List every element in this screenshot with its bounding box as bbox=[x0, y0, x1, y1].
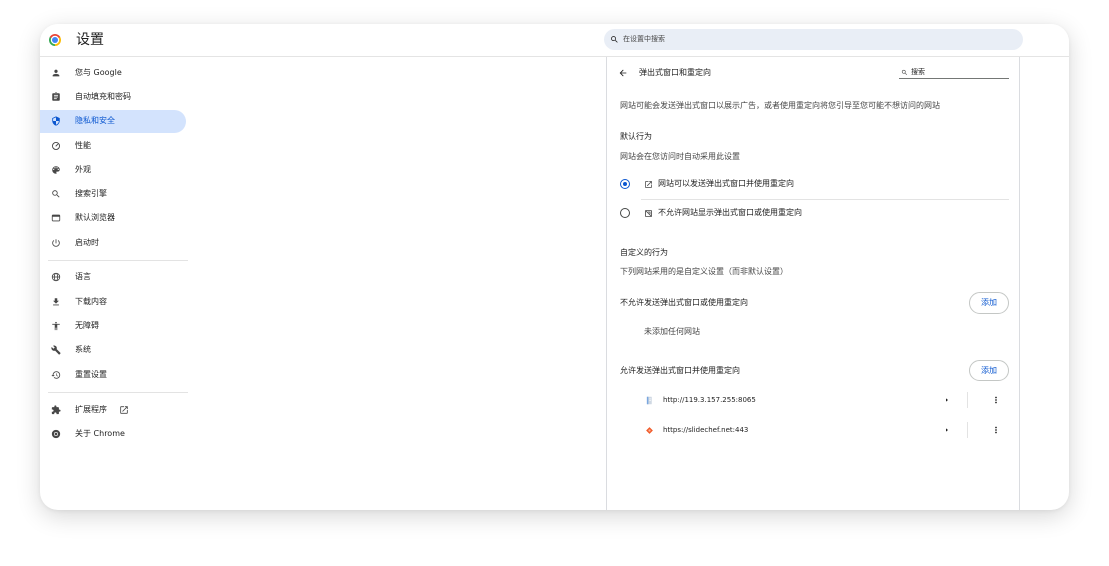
slidechef-favicon-icon bbox=[645, 426, 654, 435]
more-vert-icon[interactable] bbox=[991, 425, 1001, 435]
top-bar: 设置 在设置中搜索 bbox=[40, 24, 1069, 57]
sidebar-item-label: 扩展程序 bbox=[75, 405, 107, 414]
open-in-new-icon bbox=[119, 405, 129, 415]
sidebar-item-accessibility[interactable]: 无障碍 bbox=[40, 315, 186, 338]
subpage-search-placeholder: 搜索 bbox=[911, 68, 925, 76]
option-divider bbox=[641, 199, 1009, 200]
row-separator bbox=[967, 392, 968, 408]
sidebar-item-on-startup[interactable]: 启动时 bbox=[40, 232, 186, 255]
sidebar-item-extensions[interactable]: 扩展程序 bbox=[40, 399, 186, 422]
sidebar-divider bbox=[48, 392, 188, 393]
sidebar-item-label: 默认浏览器 bbox=[75, 213, 115, 222]
sidebar-item-label: 自动填充和密码 bbox=[75, 92, 131, 101]
description: 网站可能会发送弹出式窗口以展示广告，或者使用重定向将您引导至您可能不想访问的网站 bbox=[620, 101, 940, 110]
search-icon bbox=[51, 189, 61, 199]
custom-behavior-heading: 自定义的行为 bbox=[620, 248, 668, 257]
sidebar-item-label: 语言 bbox=[75, 272, 91, 281]
sidebar-item-appearance[interactable]: 外观 bbox=[40, 159, 186, 182]
radio-label: 网站可以发送弹出式窗口并使用重定向 bbox=[658, 179, 794, 188]
arrow-back-icon[interactable] bbox=[618, 68, 628, 78]
settings-window: 设置 在设置中搜索 您与 Google 自动填充和密码 隐私和安全 性能 外观 bbox=[40, 24, 1069, 510]
palette-icon bbox=[51, 165, 61, 175]
sidebar-item-label: 系统 bbox=[75, 345, 91, 354]
power-icon bbox=[51, 238, 61, 248]
sidebar-item-label: 隐私和安全 bbox=[75, 116, 115, 125]
sidebar-item-label: 性能 bbox=[75, 141, 91, 150]
arrow-right-icon[interactable] bbox=[943, 396, 951, 404]
sidebar-item-label: 重置设置 bbox=[75, 370, 107, 379]
chrome-logo-icon bbox=[49, 34, 61, 46]
sidebar-divider bbox=[48, 260, 188, 261]
clipboard-icon bbox=[51, 92, 61, 102]
radio-button[interactable] bbox=[620, 208, 630, 218]
chrome-icon bbox=[51, 429, 61, 439]
radio-button[interactable] bbox=[620, 179, 630, 189]
sidebar-item-label: 搜索引擎 bbox=[75, 189, 107, 198]
sidebar-item-search-engine[interactable]: 搜索引擎 bbox=[40, 183, 186, 206]
sidebar-item-label: 启动时 bbox=[75, 238, 99, 247]
sidebar-item-privacy[interactable]: 隐私和安全 bbox=[40, 109, 186, 133]
search-icon bbox=[901, 69, 908, 76]
search-placeholder: 在设置中搜索 bbox=[623, 35, 665, 43]
globe-icon bbox=[51, 272, 61, 282]
allow-list-title: 允许发送弹出式窗口并使用重定向 bbox=[620, 366, 740, 375]
site-url: https://slidechef.net:443 bbox=[663, 426, 749, 434]
default-behavior-heading: 默认行为 bbox=[620, 132, 652, 141]
search-underline bbox=[899, 78, 1009, 79]
reset-icon bbox=[51, 370, 61, 380]
settings-search-input[interactable]: 在设置中搜索 bbox=[604, 29, 1023, 50]
custom-behavior-subheading: 下列网站采用的是自定义设置（而非默认设置） bbox=[620, 267, 788, 276]
speedometer-icon bbox=[51, 141, 61, 151]
sidebar-item-about-chrome[interactable]: 关于 Chrome bbox=[40, 423, 186, 446]
block-list-title: 不允许发送弹出式窗口或使用重定向 bbox=[620, 298, 748, 307]
wrench-icon bbox=[51, 345, 61, 355]
sidebar-item-reset-settings[interactable]: 重置设置 bbox=[40, 364, 186, 387]
person-icon bbox=[51, 68, 61, 78]
popups-settings-card: 弹出式窗口和重定向 搜索 网站可能会发送弹出式窗口以展示广告，或者使用重定向将您… bbox=[606, 57, 1020, 510]
sidebar-item-label: 下载内容 bbox=[75, 297, 107, 306]
sidebar-item-performance[interactable]: 性能 bbox=[40, 135, 186, 158]
shield-icon bbox=[51, 116, 61, 126]
more-vert-icon[interactable] bbox=[991, 395, 1001, 405]
add-blocked-site-button[interactable]: 添加 bbox=[969, 292, 1009, 314]
subpage-title: 弹出式窗口和重定向 bbox=[639, 68, 711, 77]
open-in-new-icon bbox=[644, 180, 653, 189]
arrow-right-icon[interactable] bbox=[943, 426, 951, 434]
sidebar-item-languages[interactable]: 语言 bbox=[40, 266, 186, 289]
blocked-popup-icon bbox=[644, 209, 653, 218]
download-icon bbox=[51, 297, 61, 307]
radio-label: 不允许网站显示弹出式窗口或使用重定向 bbox=[658, 208, 802, 217]
row-separator bbox=[967, 422, 968, 438]
sidebar-item-you-and-google[interactable]: 您与 Google bbox=[40, 62, 186, 85]
site-url: http://119.3.157.255:8065 bbox=[663, 396, 756, 404]
page-favicon-icon bbox=[645, 396, 654, 405]
sidebar-item-label: 您与 Google bbox=[75, 68, 122, 77]
page-title: 设置 bbox=[76, 32, 104, 48]
accessibility-icon bbox=[51, 321, 61, 331]
sidebar-item-label: 关于 Chrome bbox=[75, 429, 125, 438]
block-list-empty-text: 未添加任何网站 bbox=[644, 327, 700, 336]
sidebar-item-autofill[interactable]: 自动填充和密码 bbox=[40, 86, 186, 109]
sidebar-item-downloads[interactable]: 下载内容 bbox=[40, 291, 186, 314]
sidebar-item-default-browser[interactable]: 默认浏览器 bbox=[40, 207, 186, 230]
sidebar-item-label: 无障碍 bbox=[75, 321, 99, 330]
default-behavior-subheading: 网站会在您访问时自动采用此设置 bbox=[620, 152, 740, 161]
sidebar-item-label: 外观 bbox=[75, 165, 91, 174]
add-allowed-site-button[interactable]: 添加 bbox=[969, 360, 1009, 381]
sidebar-item-system[interactable]: 系统 bbox=[40, 339, 186, 362]
puzzle-icon bbox=[51, 405, 61, 415]
search-icon bbox=[610, 35, 619, 44]
browser-window-icon bbox=[51, 213, 61, 223]
